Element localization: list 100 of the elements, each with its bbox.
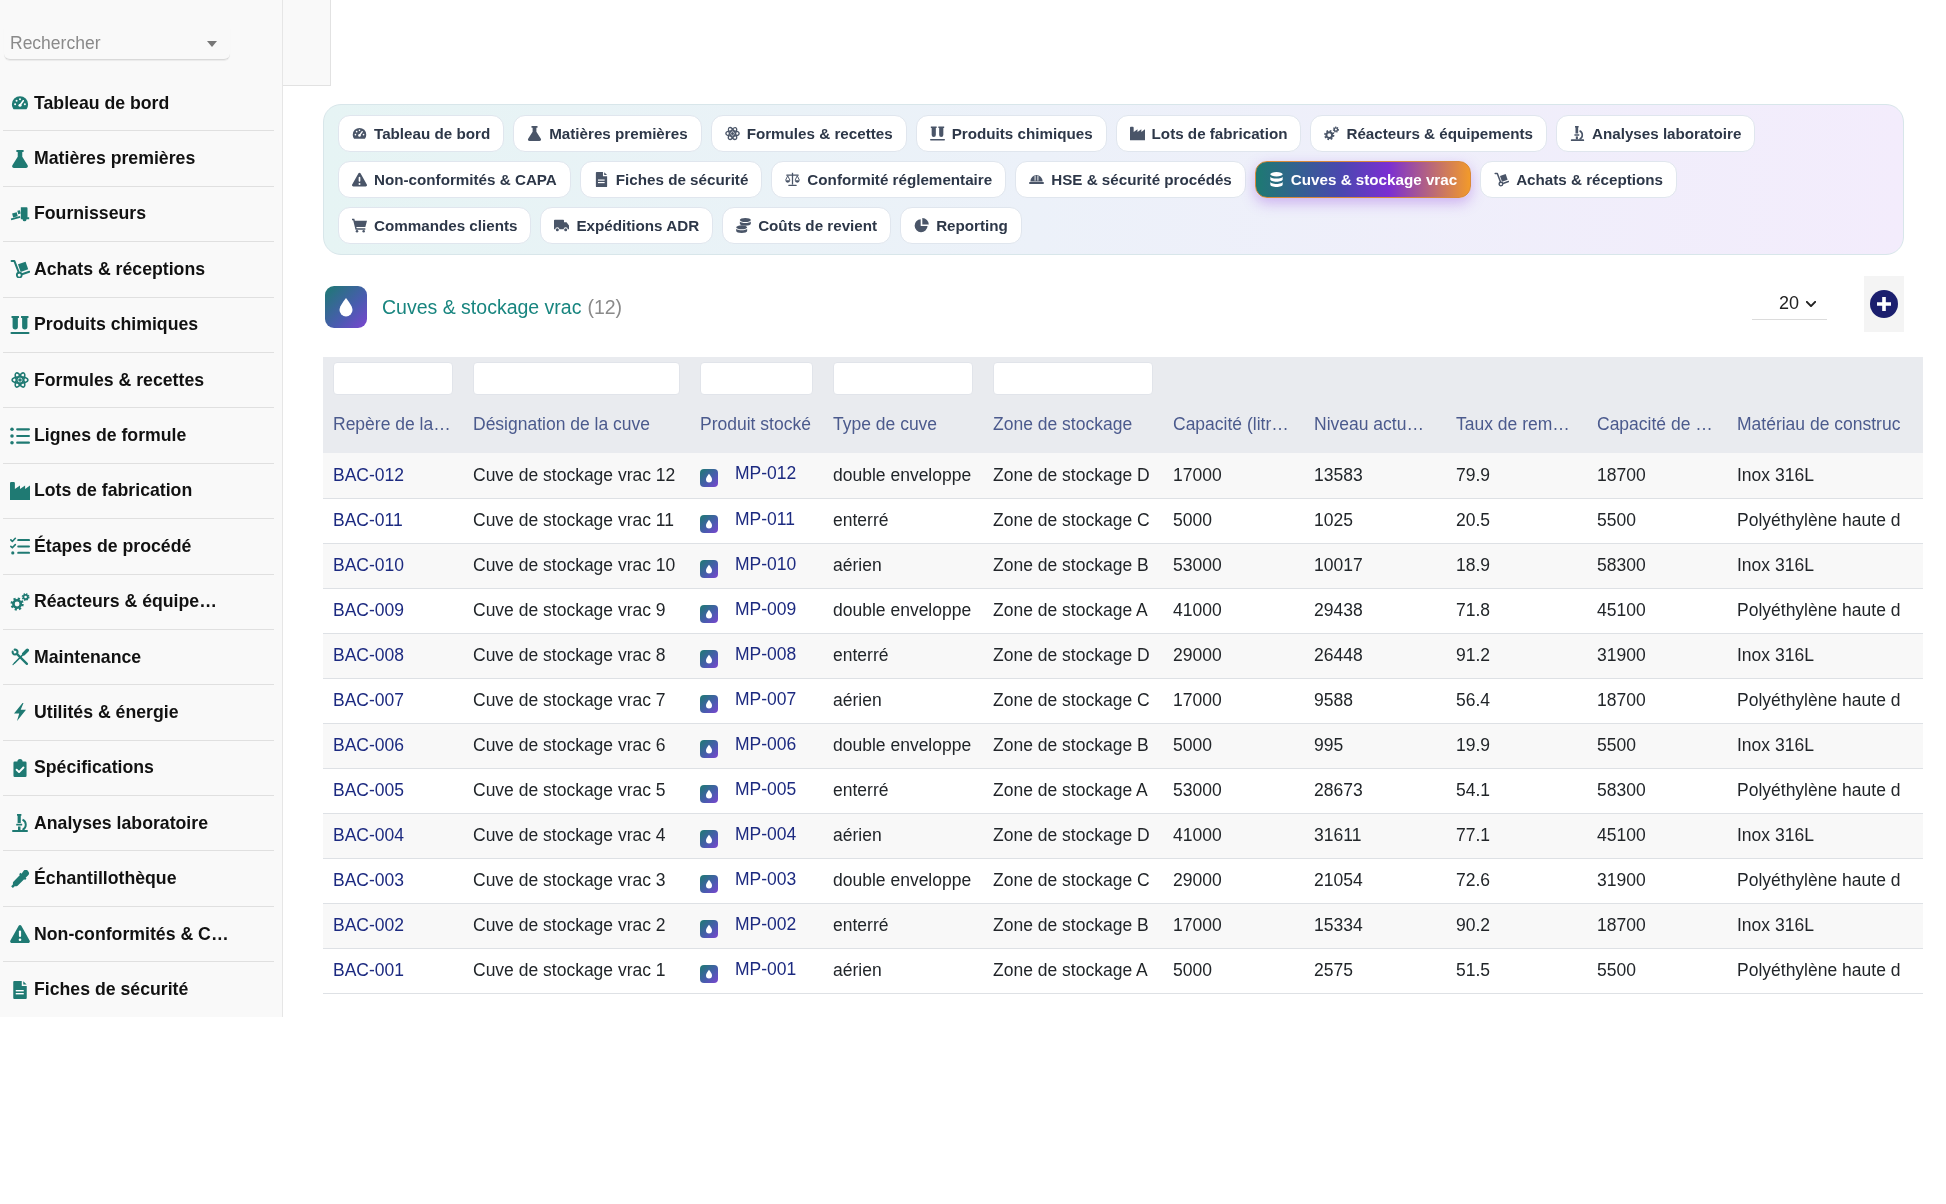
tab[interactable]: Cuves & stockage vrac <box>1254 161 1472 198</box>
page-size-select[interactable]: 20 <box>1752 288 1827 320</box>
sidebar-item[interactable]: Fiches de sécurité <box>3 962 274 1018</box>
tab[interactable]: Fiches de sécurité <box>579 161 763 198</box>
sidebar-item[interactable]: Étapes de procédé <box>3 519 274 575</box>
tab[interactable]: Formules & recettes <box>710 115 907 152</box>
drop-icon <box>325 286 367 328</box>
hand-truck-icon <box>1494 172 1510 187</box>
table-cell: aérien <box>823 678 983 723</box>
tab[interactable]: Analyses laboratoire <box>1556 115 1756 152</box>
cart-icon <box>352 218 367 233</box>
tab[interactable]: Reporting <box>900 207 1022 244</box>
tank-link[interactable]: BAC-006 <box>333 735 404 755</box>
table-cell: 31611 <box>1304 813 1446 858</box>
drop-icon <box>700 784 718 803</box>
table-cell: Cuve de stockage vrac 3 <box>463 858 690 903</box>
product-link[interactable]: MP-009 <box>735 598 797 619</box>
search-field[interactable]: Rechercher <box>4 28 230 60</box>
tank-link[interactable]: BAC-002 <box>333 915 404 935</box>
tank-link[interactable]: BAC-003 <box>333 870 404 890</box>
sidebar-item[interactable]: Formules & recettes <box>3 352 274 409</box>
table-cell: 18700 <box>1587 903 1727 948</box>
sidebar-item[interactable]: Achats & réceptions <box>3 242 274 298</box>
tab[interactable]: Lots de fabrication <box>1115 115 1302 152</box>
tank-link[interactable]: BAC-005 <box>333 780 404 800</box>
tab[interactable]: Non-conformités & CAPA <box>338 161 571 198</box>
tank-link[interactable]: BAC-004 <box>333 825 404 845</box>
gears-icon <box>10 592 30 611</box>
product-link[interactable]: MP-001 <box>735 958 797 979</box>
table-cell: 17000 <box>1163 453 1304 498</box>
sidebar-item[interactable]: Fournisseurs <box>3 186 274 243</box>
table-cell: 29438 <box>1304 588 1446 633</box>
sidebar-item[interactable]: Utilités & énergie <box>3 685 274 741</box>
table-cell: 1025 <box>1304 498 1446 543</box>
sidebar-item[interactable]: Produits chimiques <box>3 297 274 353</box>
table-cell: Zone de stockage A <box>983 588 1163 633</box>
tab[interactable]: Expéditions ADR <box>540 207 714 244</box>
filter-field[interactable] <box>333 362 453 395</box>
sidebar-item[interactable]: Analyses laboratoire <box>3 796 274 852</box>
gears-icon <box>1324 126 1340 141</box>
table-cell: 20.5 <box>1446 498 1587 543</box>
table-cell: Inox 316L <box>1727 723 1923 768</box>
drop-icon <box>700 919 718 938</box>
sidebar-item[interactable]: Matières premières <box>3 131 274 187</box>
tank-link[interactable]: BAC-001 <box>333 960 404 980</box>
tank-link[interactable]: BAC-009 <box>333 600 404 620</box>
product-link[interactable]: MP-010 <box>735 553 797 574</box>
tab[interactable]: Produits chimiques <box>915 115 1107 152</box>
table-cell: Zone de stockage C <box>983 858 1163 903</box>
column-header: Capacité (litr… <box>1163 395 1304 453</box>
tab[interactable]: Achats & réceptions <box>1480 161 1677 198</box>
tab[interactable]: Commandes clients <box>338 207 532 244</box>
product-link[interactable]: MP-002 <box>735 913 797 934</box>
tab[interactable]: Coûts de revient <box>722 207 892 244</box>
table-cell: Inox 316L <box>1727 903 1923 948</box>
table-cell: double enveloppe <box>823 453 983 498</box>
filter-field[interactable] <box>993 362 1153 395</box>
microscope-icon <box>1570 126 1585 141</box>
tank-link[interactable]: BAC-011 <box>333 510 403 530</box>
test-tubes-icon <box>929 126 945 141</box>
filter-field[interactable] <box>473 362 680 395</box>
product-link[interactable]: MP-004 <box>735 823 797 844</box>
product-link[interactable]: MP-008 <box>735 643 797 664</box>
product-link[interactable]: MP-011 <box>735 508 795 529</box>
table-cell: 77.1 <box>1446 813 1587 858</box>
product-link[interactable]: MP-005 <box>735 778 797 799</box>
drop-icon <box>700 649 718 668</box>
table-cell: enterré <box>823 768 983 813</box>
filter-field[interactable] <box>833 362 973 395</box>
sidebar-item[interactable]: Non-conformités & C… <box>3 906 274 963</box>
tank-link[interactable]: BAC-012 <box>333 464 404 485</box>
add-button[interactable] <box>1864 276 1904 332</box>
table-cell: 10017 <box>1304 543 1446 588</box>
table-cell: double enveloppe <box>823 858 983 903</box>
sidebar-item[interactable]: Réacteurs & équipe… <box>3 574 274 630</box>
sidebar-item[interactable]: Tableau de bord <box>3 76 274 132</box>
tab[interactable]: HSE & sécurité procédés <box>1015 161 1246 198</box>
filter-field[interactable] <box>700 362 813 395</box>
tab[interactable]: Réacteurs & équipements <box>1310 115 1547 152</box>
table-cell: 9588 <box>1304 678 1446 723</box>
tab[interactable]: Matières premières <box>513 115 702 152</box>
table-cell: Zone de stockage B <box>983 903 1163 948</box>
sidebar-item[interactable]: Maintenance <box>3 629 274 686</box>
tank-link[interactable]: BAC-007 <box>333 690 404 710</box>
sidebar-item[interactable]: Lots de fabrication <box>3 463 274 520</box>
tank-link[interactable]: BAC-010 <box>333 555 404 575</box>
table-cell: enterré <box>823 903 983 948</box>
sidebar-item[interactable]: Spécifications <box>3 740 274 797</box>
tab[interactable]: Tableau de bord <box>338 115 505 152</box>
product-link[interactable]: MP-012 <box>735 463 797 484</box>
coins-icon <box>736 218 752 233</box>
product-link[interactable]: MP-003 <box>735 868 797 889</box>
product-link[interactable]: MP-007 <box>735 688 797 709</box>
table-cell: 56.4 <box>1446 678 1587 723</box>
product-link[interactable]: MP-006 <box>735 733 797 754</box>
sidebar-item[interactable]: Échantillothèque <box>3 851 274 907</box>
tank-link[interactable]: BAC-008 <box>333 645 404 665</box>
sidebar-item[interactable]: Lignes de formule <box>3 408 274 464</box>
tab[interactable]: Conformité réglementaire <box>771 161 1007 198</box>
table-cell: 45100 <box>1587 588 1727 633</box>
